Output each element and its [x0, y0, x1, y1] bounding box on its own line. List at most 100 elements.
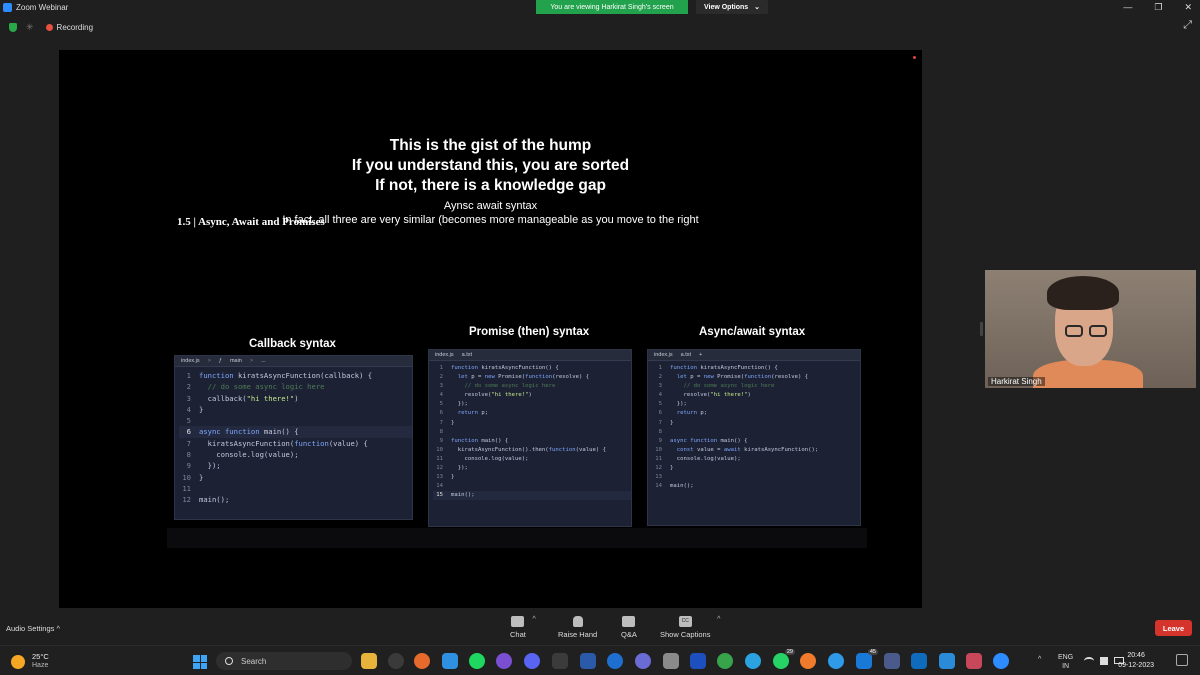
recording-label: Recording [56, 22, 94, 32]
line-number: 5 [439, 401, 443, 408]
zoom-logo-icon [3, 2, 12, 12]
line-number: 10 [182, 472, 191, 482]
subtitle-line-2: In fact, all three are very similar (bec… [282, 214, 699, 226]
code-line: 11 console.log(value); [652, 455, 860, 464]
code-line: 9 async function main() { [652, 437, 860, 446]
code-text: function kiratsAsyncFunction() { [670, 365, 778, 371]
annotation-pointer-icon [913, 56, 916, 59]
teams-icon[interactable]: 45 [856, 649, 878, 669]
code-line: 10 kiratsAsyncFunction().then(function(v… [433, 446, 631, 455]
terminal-icon[interactable] [552, 653, 568, 669]
zoom-icon[interactable] [993, 653, 1009, 669]
line-number: 8 [439, 428, 443, 435]
wifi-icon[interactable] [1084, 657, 1094, 665]
word-icon[interactable] [580, 653, 596, 669]
gist-line: This is the gist of the hump [389, 137, 592, 154]
postman-icon[interactable] [800, 653, 816, 669]
code-line: 10} [179, 472, 412, 483]
code-text: async function main() { [199, 427, 299, 437]
resize-handle[interactable] [980, 322, 983, 336]
code-body: 1 function kiratsAsyncFunction() {2 let p… [429, 361, 631, 501]
audio-settings-button[interactable]: Audio Settings ^ [6, 624, 60, 633]
snipping-tool-icon[interactable] [966, 653, 982, 669]
show-captions-button[interactable]: CC Show Captions ^ [660, 616, 720, 639]
chevron-up-icon[interactable]: ^ [717, 616, 720, 623]
firefox-icon[interactable] [414, 653, 430, 669]
slide-gist-heading: This is the gist of the hump If you unde… [59, 136, 922, 196]
leave-button[interactable]: Leave [1155, 620, 1192, 636]
line-number: 11 [436, 455, 443, 462]
line-number: 14 [655, 483, 662, 490]
chat-button[interactable]: Chat ^ [510, 616, 536, 639]
line-number: 8 [186, 450, 191, 460]
line-number: 5 [186, 416, 191, 426]
code-line: 7} [652, 419, 860, 428]
view-options-button[interactable]: View Options ⌄ [696, 0, 768, 14]
obs-icon[interactable] [496, 653, 512, 669]
line-number: 9 [658, 437, 662, 444]
mail-icon[interactable] [884, 653, 900, 669]
shield-icon[interactable] [9, 22, 17, 32]
github-icon[interactable] [388, 653, 404, 669]
participant-video[interactable]: Harkirat Singh [985, 270, 1196, 388]
editor-tabs: index.js a.txt [429, 350, 631, 361]
close-icon[interactable]: ✕ [1184, 2, 1192, 13]
app-icon[interactable] [828, 653, 844, 669]
code-line: 3 // do some async logic here [652, 382, 860, 391]
app-icon[interactable] [939, 653, 955, 669]
code-text: resolve("hi there!") [451, 392, 532, 399]
chat-icon [511, 616, 525, 627]
notifications-icon[interactable] [1176, 654, 1188, 666]
app-icon[interactable] [663, 653, 679, 669]
linear-icon[interactable] [690, 653, 706, 669]
code-text: } [199, 404, 204, 414]
weather-desc[interactable]: Haze [32, 662, 48, 669]
settings-gear-icon[interactable] [635, 653, 651, 669]
code-line: 9 function main() { [433, 437, 631, 446]
line-number: 6 [186, 427, 191, 437]
outlook-icon[interactable] [911, 653, 927, 669]
code-text: let p = new Promise(function(resolve) { [676, 374, 809, 381]
language-indicator[interactable]: ENG IN [1058, 653, 1073, 671]
line-number: 12 [182, 495, 191, 505]
discord-icon[interactable] [524, 653, 540, 669]
line-number: 15 [436, 492, 443, 499]
vscode-icon[interactable] [442, 653, 458, 669]
editor-tab: index.js [435, 352, 454, 358]
code-line: 1 function kiratsAsyncFunction(callback) … [179, 370, 412, 381]
windows-start-icon[interactable] [193, 655, 207, 669]
qa-button[interactable]: Q&A [621, 616, 637, 639]
promise-code-panel: index.js a.txt 1 function kiratsAsyncFunc… [428, 349, 632, 527]
code-text: return p; [457, 410, 489, 417]
windows-taskbar: 25°C Haze Search 29 45 ^ ENG IN 20:46 09… [0, 645, 1200, 675]
mongodb-icon[interactable] [717, 653, 733, 669]
file-explorer-icon[interactable] [361, 653, 377, 669]
raise-hand-button[interactable]: Raise Hand [558, 616, 597, 639]
speaker-icon[interactable] [1100, 657, 1108, 665]
line-number: 10 [436, 446, 443, 453]
taskbar-clock[interactable]: 20:46 09-12-2023 [1118, 651, 1154, 671]
new-tab-icon: + [699, 352, 703, 358]
code-text: kiratsAsyncFunction(function(value) { [199, 438, 368, 448]
chevron-up-icon[interactable]: ^ [533, 616, 536, 623]
telegram-icon[interactable] [745, 653, 761, 669]
restore-icon[interactable]: ❐ [1154, 2, 1162, 13]
fullscreen-icon[interactable]: ⤢ [1183, 19, 1192, 32]
weather-sun-icon[interactable] [11, 655, 25, 669]
code-line: 4} [179, 404, 412, 415]
edge-icon[interactable] [607, 653, 623, 669]
clock-time: 20:46 [1127, 652, 1145, 659]
spotify-icon[interactable] [469, 653, 485, 669]
weather-temp[interactable]: 25°C [32, 652, 49, 661]
editor-tab: a.txt [680, 352, 692, 358]
whatsapp-icon[interactable]: 29 [773, 649, 795, 669]
taskbar-search[interactable]: Search [216, 652, 352, 670]
code-line: 12 }); [433, 464, 631, 473]
minimize-icon[interactable]: — [1123, 2, 1132, 12]
spark-icon[interactable]: ✳ [26, 22, 34, 33]
tray-overflow-icon[interactable]: ^ [1038, 656, 1041, 663]
clock-date: 09-12-2023 [1118, 662, 1154, 669]
recording-icon [45, 23, 53, 31]
participant-name: Harkirat Singh [988, 377, 1045, 386]
code-text: }); [451, 401, 468, 408]
